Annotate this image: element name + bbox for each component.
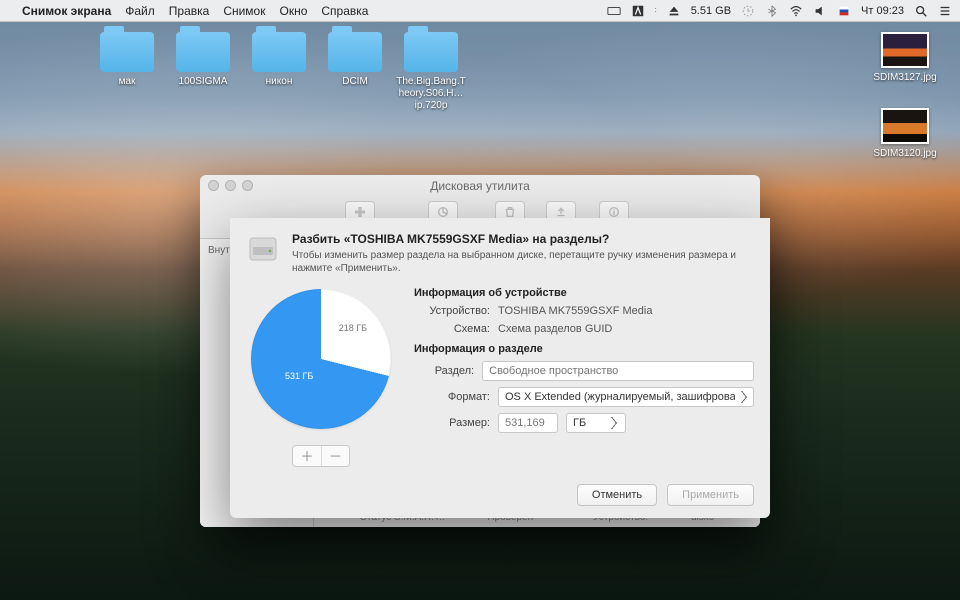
- folder-icon: [404, 32, 458, 72]
- window-titlebar[interactable]: Дисковая утилита: [200, 175, 760, 197]
- notification-center-icon[interactable]: [938, 4, 952, 18]
- partition-sheet: Разбить «TOSHIBA MK7559GSXF Media» на ра…: [230, 218, 770, 518]
- status-memory-text[interactable]: 5.51 GB: [691, 5, 731, 17]
- folder-label: The.Big.Bang.Theory.S06.H…ip.720p: [396, 76, 466, 112]
- pie-free-label: 218 ГБ: [339, 323, 367, 333]
- status-flag-icon[interactable]: [837, 4, 851, 18]
- desktop-folder[interactable]: никон: [244, 32, 314, 88]
- menu-window[interactable]: Окно: [279, 4, 307, 18]
- harddrive-icon: [246, 232, 280, 266]
- folder-icon: [100, 32, 154, 72]
- status-bluetooth-icon[interactable]: [765, 4, 779, 18]
- size-unit-select[interactable]: ГБ: [566, 413, 626, 433]
- cancel-button[interactable]: Отменить: [577, 484, 657, 506]
- spotlight-icon[interactable]: [914, 4, 928, 18]
- size-key: Размер:: [414, 417, 490, 429]
- folder-label: никон: [244, 76, 314, 88]
- status-keyboard-icon[interactable]: [607, 4, 621, 18]
- size-input[interactable]: [498, 413, 558, 433]
- menubar: Снимок экрана Файл Правка Снимок Окно Сп…: [0, 0, 960, 22]
- file-label: SDIM3127.jpg: [870, 72, 940, 84]
- traffic-lights: [208, 180, 253, 191]
- status-clock[interactable]: Чт 09:23: [861, 5, 904, 17]
- file-label: SDIM3120.jpg: [870, 148, 940, 160]
- app-name[interactable]: Снимок экрана: [22, 4, 111, 18]
- desktop-folder[interactable]: The.Big.Bang.Theory.S06.H…ip.720p: [396, 32, 466, 112]
- menu-help[interactable]: Справка: [321, 4, 368, 18]
- apply-button[interactable]: Применить: [667, 484, 754, 506]
- desktop-file[interactable]: SDIM3127.jpg: [870, 32, 940, 84]
- close-button[interactable]: [208, 180, 219, 191]
- folder-label: мак: [92, 76, 162, 88]
- scheme-value: Схема разделов GUID: [498, 323, 754, 335]
- image-thumbnail: [881, 108, 929, 144]
- menu-edit[interactable]: Правка: [169, 4, 210, 18]
- folder-label: 100SIGMA: [168, 76, 238, 88]
- pie-used-label: 531 ГБ: [285, 371, 313, 381]
- status-separator: :: [655, 7, 657, 14]
- status-timemachine-icon[interactable]: [741, 4, 755, 18]
- partition-key: Раздел:: [414, 365, 474, 377]
- partition-pie-chart[interactable]: 218 ГБ 531 ГБ: [251, 289, 391, 429]
- device-value: TOSHIBA MK7559GSXF Media: [498, 305, 754, 317]
- sheet-title: Разбить «TOSHIBA MK7559GSXF Media» на ра…: [292, 232, 754, 246]
- desktop-folder[interactable]: 100SIGMA: [168, 32, 238, 88]
- status-wifi-icon[interactable]: [789, 4, 803, 18]
- partition-remove-button[interactable]: －: [321, 446, 349, 466]
- window-title: Дисковая утилита: [430, 179, 530, 193]
- image-thumbnail: [881, 32, 929, 68]
- zoom-button[interactable]: [242, 180, 253, 191]
- status-eject-icon[interactable]: [667, 4, 681, 18]
- partition-add-remove: ＋ －: [292, 445, 350, 467]
- desktop-folder[interactable]: мак: [92, 32, 162, 88]
- folder-icon: [176, 32, 230, 72]
- desktop-file[interactable]: SDIM3120.jpg: [870, 108, 940, 160]
- desktop-folder[interactable]: DCIM: [320, 32, 390, 88]
- format-select[interactable]: OS X Extended (журналируемый, зашифрован…: [498, 387, 754, 407]
- sheet-subtitle: Чтобы изменить размер раздела на выбранн…: [292, 249, 754, 275]
- partition-name-input: [482, 361, 754, 381]
- device-info-heading: Информация об устройстве: [414, 287, 754, 299]
- menu-snapshot[interactable]: Снимок: [223, 4, 265, 18]
- folder-icon: [328, 32, 382, 72]
- folder-label: DCIM: [320, 76, 390, 88]
- format-key: Формат:: [414, 391, 490, 403]
- device-key: Устройство:: [414, 305, 490, 317]
- status-adobe-icon[interactable]: [631, 4, 645, 18]
- folder-icon: [252, 32, 306, 72]
- menu-file[interactable]: Файл: [125, 4, 155, 18]
- minimize-button[interactable]: [225, 180, 236, 191]
- status-volume-icon[interactable]: [813, 4, 827, 18]
- partition-add-button[interactable]: ＋: [293, 446, 321, 466]
- scheme-key: Схема:: [414, 323, 490, 335]
- partition-info-heading: Информация о разделе: [414, 343, 754, 355]
